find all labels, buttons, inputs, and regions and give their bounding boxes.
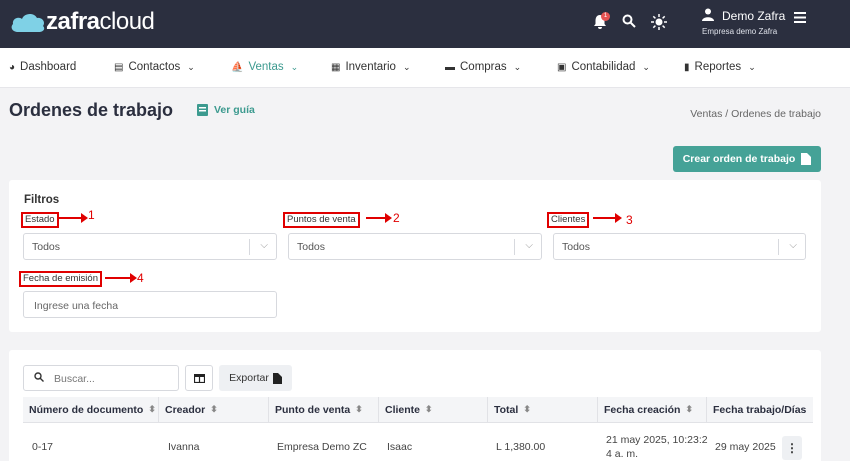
file-add-icon: [801, 153, 812, 165]
cell-total: L 1,380.00: [496, 441, 546, 453]
sort-icon: ⬍: [425, 404, 433, 414]
book-icon: [197, 104, 208, 116]
user-menu[interactable]: Demo Zafra Empresa demo Zafra: [702, 8, 785, 36]
columns-icon: [193, 373, 205, 383]
top-bar: zafracloud 1 Demo Zafra Empresa demo Zaf…: [0, 0, 850, 48]
cell-fecha-creacion-line2: 4 a. m.: [606, 448, 639, 460]
cell-creador: Ivanna: [168, 441, 200, 453]
sort-icon: ⬍: [148, 404, 156, 414]
logo[interactable]: zafracloud: [10, 8, 155, 36]
company-name: Empresa demo Zafra: [702, 27, 778, 36]
create-work-order-button[interactable]: Crear orden de trabajo: [673, 146, 821, 172]
page-title: Ordenes de trabajo: [9, 100, 174, 120]
notification-badge: 1: [601, 12, 610, 21]
col-punto-venta[interactable]: Punto de venta ⬍: [275, 404, 363, 416]
filters-title: Filtros: [24, 194, 60, 206]
nav-contabilidad[interactable]: ▣ Contabilidad ⌄: [557, 61, 650, 73]
reports-icon: ▮: [684, 61, 690, 73]
chevron-down-icon: ⌄: [513, 61, 522, 72]
clientes-label: Clientes: [547, 212, 590, 228]
filters-panel: Filtros Estado 1 Puntos de venta 2 Clien…: [9, 180, 821, 332]
guide-link[interactable]: Ver guía: [197, 104, 255, 116]
nav-reportes[interactable]: ▮ Reportes ⌄: [684, 61, 756, 73]
table-panel: Buscar... Exportar Número de documento ⬍ …: [9, 350, 821, 461]
col-fecha-creacion[interactable]: Fecha creación ⬍: [604, 404, 693, 416]
chevron-down-icon: ⌵: [789, 240, 797, 251]
dashboard-icon: ◕: [9, 61, 16, 73]
search-icon: [34, 372, 44, 385]
row-actions-button[interactable]: ⋮: [782, 436, 802, 460]
annotation-number: 1: [88, 208, 95, 222]
user-icon: [702, 8, 714, 21]
inventory-icon: ▦: [331, 61, 341, 73]
sort-icon: ⬍: [685, 404, 693, 414]
chevron-down-icon: ⌄: [748, 61, 756, 72]
purchases-icon: ▬: [445, 61, 455, 73]
cell-punto-venta: Empresa Demo ZC: [277, 441, 367, 453]
fecha-label: Fecha de emisión: [19, 271, 102, 287]
col-total[interactable]: Total ⬍: [494, 404, 531, 416]
sales-icon: ⛵: [231, 61, 244, 73]
cell-fecha-creacion: 21 may 2025, 10:23:2: [606, 434, 708, 446]
cell-numero: 0-17: [32, 441, 54, 453]
file-export-icon: [272, 372, 282, 384]
nav-compras[interactable]: ▬ Compras ⌄: [445, 61, 521, 73]
annotation-number: 3: [626, 213, 633, 227]
nav-contactos[interactable]: ▤ Contactos ⌄: [114, 61, 195, 73]
fecha-input[interactable]: Ingrese una fecha: [23, 291, 277, 318]
table-header: Número de documento ⬍ Creador ⬍ Punto de v…: [23, 397, 813, 423]
contacts-icon: ▤: [114, 61, 124, 73]
columns-toggle-button[interactable]: [185, 365, 213, 391]
chevron-down-icon: ⌄: [187, 61, 195, 72]
annotation-number: 2: [393, 211, 400, 225]
col-numero[interactable]: Número de documento ⬍: [29, 404, 156, 416]
estado-select[interactable]: Todos ⌵: [23, 233, 277, 260]
annotation-arrow: [366, 213, 392, 223]
clientes-select[interactable]: Todos ⌵: [553, 233, 806, 260]
sort-icon: ⬍: [355, 404, 363, 414]
table-search-input[interactable]: Buscar...: [23, 365, 179, 391]
col-fecha-trabajo[interactable]: Fecha trabajo/Días: [713, 404, 806, 416]
puntos-select[interactable]: Todos ⌵: [288, 233, 542, 260]
puntos-label: Puntos de venta: [283, 212, 360, 228]
breadcrumb: Ventas / Ordenes de trabajo: [690, 108, 821, 120]
hamburger-menu-icon[interactable]: [794, 10, 806, 26]
cell-cliente: Isaac: [387, 441, 413, 453]
estado-label: Estado: [21, 212, 59, 228]
chevron-down-icon: ⌵: [525, 240, 533, 251]
sort-icon: ⬍: [523, 404, 531, 414]
search-icon[interactable]: [622, 14, 636, 31]
cloud-logo-icon: [11, 13, 45, 32]
chevron-down-icon: ⌄: [642, 61, 650, 72]
sort-icon: ⬍: [210, 404, 218, 414]
annotation-number: 4: [137, 271, 144, 285]
annotation-arrow: [105, 273, 137, 283]
export-button[interactable]: Exportar: [219, 365, 292, 391]
annotation-arrow: [59, 213, 88, 223]
nav-inventario[interactable]: ▦ Inventario ⌄: [331, 61, 411, 73]
col-cliente[interactable]: Cliente ⬍: [385, 404, 433, 416]
logo-text: zafracloud: [46, 8, 155, 35]
sun-icon[interactable]: [651, 14, 667, 33]
chevron-down-icon: ⌵: [260, 240, 268, 251]
nav-dashboard[interactable]: ◕ Dashboard: [9, 61, 76, 73]
user-name: Demo Zafra: [722, 9, 786, 23]
col-creador[interactable]: Creador ⬍: [165, 404, 218, 416]
cell-fecha-trabajo: 29 may 2025: [715, 441, 776, 453]
chevron-down-icon: ⌄: [402, 61, 411, 72]
accounting-icon: ▣: [557, 61, 567, 73]
chevron-down-icon: ⌄: [290, 61, 299, 72]
nav-ventas[interactable]: ⛵ Ventas ⌄: [231, 61, 298, 73]
main-nav: ◕ Dashboard ▤ Contactos ⌄ ⛵ Ventas ⌄ ▦ Inventa…: [0, 48, 850, 88]
annotation-arrow: [593, 213, 622, 223]
